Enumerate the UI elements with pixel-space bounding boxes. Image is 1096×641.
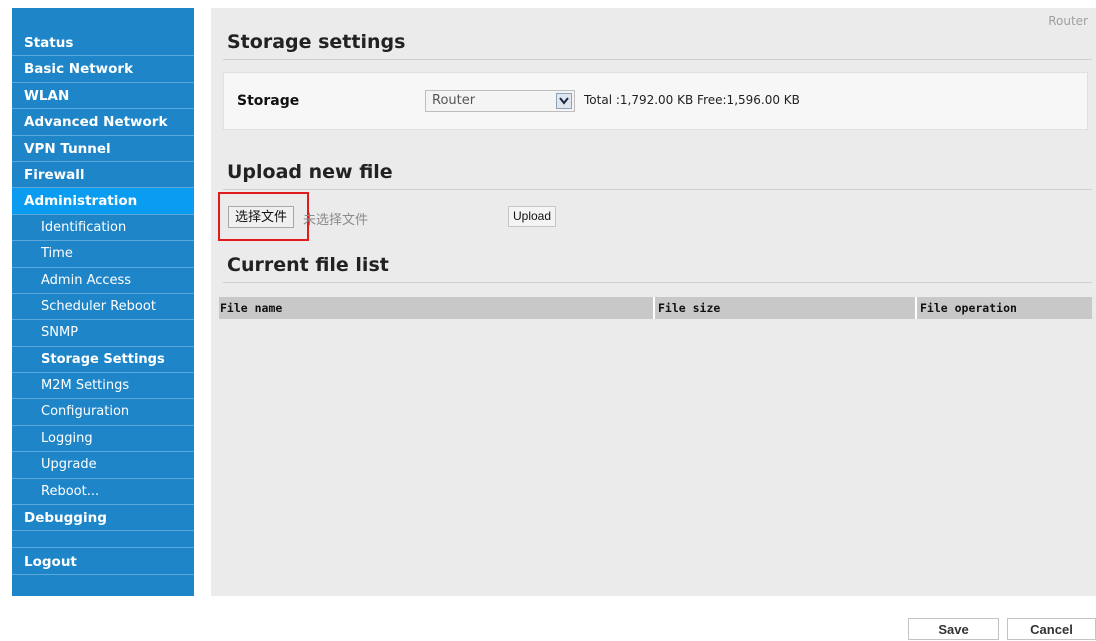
nav-time[interactable]: Time	[12, 241, 194, 268]
nav-reboot[interactable]: Reboot...	[12, 479, 194, 506]
storage-capacity-info: Total :1,792.00 KB Free:1,596.00 KB	[584, 93, 800, 107]
divider	[223, 189, 1092, 190]
nav-upgrade[interactable]: Upgrade	[12, 452, 194, 479]
upload-title: Upload new file	[227, 161, 393, 183]
storage-select-value: Router	[432, 93, 476, 108]
nav-admin-access[interactable]: Admin Access	[12, 268, 194, 294]
nav-debugging[interactable]: Debugging	[12, 505, 194, 532]
chevron-down-icon[interactable]	[556, 93, 572, 109]
divider	[223, 59, 1092, 60]
nav-identification[interactable]: Identification	[12, 215, 194, 242]
nav-administration[interactable]: Administration	[12, 188, 194, 215]
device-label: Router	[1048, 14, 1088, 28]
nav-storage-settings[interactable]: Storage Settings	[12, 347, 194, 374]
choose-file-button[interactable]: 选择文件	[228, 206, 295, 228]
storage-settings-title: Storage settings	[227, 31, 406, 53]
nav-scheduler-reboot[interactable]: Scheduler Reboot	[12, 294, 194, 321]
nav-m2m-settings[interactable]: M2M Settings	[12, 373, 194, 400]
storage-select[interactable]: Router	[425, 90, 575, 112]
column-file-name: File name	[219, 297, 655, 319]
column-file-operation: File operation	[920, 301, 1017, 315]
nav-snmp[interactable]: SNMP	[12, 320, 194, 347]
storage-label: Storage	[237, 93, 300, 109]
nav-status[interactable]: Status	[12, 30, 194, 57]
sidebar: Status Basic Network WLAN Advanced Netwo…	[12, 8, 194, 596]
nav-firewall[interactable]: Firewall	[12, 162, 194, 189]
column-file-size: File size	[657, 297, 917, 319]
storage-panel: Storage Router Total :1,792.00 KB Free:1…	[223, 72, 1088, 130]
nav-vpn-tunnel[interactable]: VPN Tunnel	[12, 136, 194, 162]
nav-logout[interactable]: Logout	[12, 547, 194, 576]
nav-wlan[interactable]: WLAN	[12, 83, 194, 110]
nav-basic-network[interactable]: Basic Network	[12, 56, 194, 83]
divider	[223, 282, 1092, 283]
nav-advanced-network[interactable]: Advanced Network	[12, 109, 194, 136]
nav-logging[interactable]: Logging	[12, 426, 194, 453]
file-table-header: File name File size File operation	[219, 297, 1092, 319]
no-file-selected-text: 未选择文件	[303, 213, 369, 228]
file-list-title: Current file list	[227, 254, 389, 276]
upload-button[interactable]: Upload	[508, 206, 557, 227]
main-panel: Router Storage settings Storage Router T…	[211, 8, 1096, 596]
nav-configuration[interactable]: Configuration	[12, 399, 194, 426]
